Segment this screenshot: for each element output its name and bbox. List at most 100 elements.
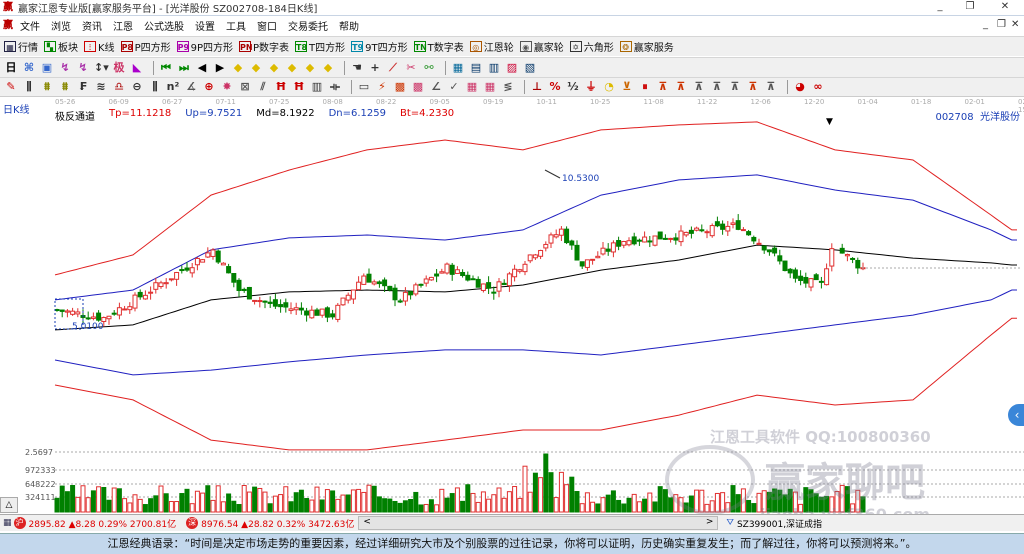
menu-item-9[interactable]: 帮助 <box>339 18 359 33</box>
tool-h-icon[interactable]: ⊻ <box>620 80 634 94</box>
draw-line-icon[interactable]: ⟋ <box>386 61 400 75</box>
toolbar-button-5[interactable]: PN P数字表 <box>239 39 289 54</box>
toolbar-button-1[interactable]: ▚ 板块 <box>44 39 78 54</box>
first-icon[interactable]: ⏮ <box>159 61 173 75</box>
tool-m-icon[interactable]: ⊼ <box>710 80 724 94</box>
toolbar-button-8[interactable]: TN T数字表 <box>413 39 464 54</box>
tool-g-icon[interactable]: ◔ <box>602 80 616 94</box>
tool-p-icon[interactable]: ⊼ <box>764 80 778 94</box>
tool-i-icon[interactable]: ⏸ <box>638 80 652 94</box>
table-b-icon[interactable]: ▦ <box>483 80 497 94</box>
gann-icon[interactable]: 极 <box>112 61 126 75</box>
ratio-icon[interactable]: ⫽ <box>256 80 270 94</box>
measure-icon[interactable]: ⟛ <box>328 80 342 94</box>
kline-a-icon[interactable]: ↯ <box>58 61 72 75</box>
diamond-6-icon[interactable]: ◆ <box>321 61 335 75</box>
infinity-icon[interactable]: ∞ <box>811 80 825 94</box>
crosshair-icon[interactable]: + <box>368 61 382 75</box>
toolbar-button-10[interactable]: ◉ 赢家轮 <box>519 39 564 54</box>
mdi-restore-button[interactable]: ❐ <box>997 19 1006 30</box>
save-icon[interactable]: ▨ <box>505 61 519 75</box>
ticker-scrollbar[interactable]: < > <box>358 516 719 530</box>
fan-icon[interactable]: ⚡ <box>375 80 389 94</box>
diamond-2-icon[interactable]: ◆ <box>249 61 263 75</box>
diamond-4-icon[interactable]: ◆ <box>285 61 299 75</box>
menu-item-7[interactable]: 窗口 <box>257 18 277 33</box>
tool-f-icon[interactable]: ⏚ <box>584 80 598 94</box>
tool-n-icon[interactable]: ⊼ <box>728 80 742 94</box>
log-icon[interactable]: ½ <box>566 80 580 94</box>
menu-item-2[interactable]: 资讯 <box>82 18 102 33</box>
toolbar-button-4[interactable]: P9 9P四方形 <box>176 39 233 54</box>
angle-b-icon[interactable]: ∠ <box>429 80 443 94</box>
tool-b-icon[interactable]: ⩩ <box>58 80 72 94</box>
sz-index-quote[interactable]: 8976.54 ▲28.82 0.32% 3472.63亿 <box>201 517 354 530</box>
scroll-left-button[interactable]: < <box>363 517 371 529</box>
panel-toggle-button[interactable]: △ <box>0 497 18 513</box>
star-icon[interactable]: ✸ <box>220 80 234 94</box>
target-icon[interactable]: ⊕ <box>202 80 216 94</box>
n2-icon[interactable]: n² <box>166 80 180 94</box>
toolbar-button-9[interactable]: ◎ 江恩轮 <box>469 39 514 54</box>
calculator-icon[interactable]: ▦ <box>3 518 12 528</box>
bar-dropdown[interactable]: ↕▾ <box>94 61 109 75</box>
menu-item-0[interactable]: 文件 <box>20 18 40 33</box>
diamond-5-icon[interactable]: ◆ <box>303 61 317 75</box>
toolbar-button-6[interactable]: T8 T四方形 <box>295 39 345 54</box>
toolbar-button-11[interactable]: ✡ 六角形 <box>569 39 614 54</box>
fan-b-icon[interactable]: ▩ <box>393 80 407 94</box>
ruler-icon[interactable]: ⊥ <box>530 80 544 94</box>
close-button[interactable]: ✕ <box>990 0 1020 14</box>
menu-item-5[interactable]: 设置 <box>195 18 215 33</box>
left-icon[interactable]: ◀ <box>195 61 209 75</box>
color-icon[interactable]: ◕ <box>793 80 807 94</box>
table-icon[interactable]: ▦ <box>465 80 479 94</box>
side-expand-button[interactable]: ‹ <box>1008 404 1024 426</box>
tool-k-icon[interactable]: ⊼ <box>674 80 688 94</box>
link-icon[interactable]: ⚯ <box>422 61 436 75</box>
tool-e-icon[interactable]: ♎ <box>112 80 126 94</box>
calendar-icon[interactable]: ▦ <box>451 61 465 75</box>
tool-o-icon[interactable]: ⊼ <box>746 80 760 94</box>
tool-a-icon[interactable]: ⩩ <box>40 80 54 94</box>
lines-icon[interactable]: ⫼ <box>22 80 36 94</box>
angle-icon[interactable]: ∡ <box>184 80 198 94</box>
kline-b-icon[interactable]: ↯ <box>76 61 90 75</box>
grid-icon[interactable]: ▥ <box>310 80 324 94</box>
toolbar-button-12[interactable]: ❂ 赢家服务 <box>619 39 674 54</box>
page-icon[interactable]: ▣ <box>40 61 54 75</box>
pencil-icon[interactable]: ✎ <box>4 80 18 94</box>
fib-b-icon[interactable]: Ħ <box>292 80 306 94</box>
toolbar-button-7[interactable]: T9 9T四方形 <box>351 39 408 54</box>
restore-button[interactable]: ❐ <box>955 0 985 14</box>
minimize-button[interactable]: _ <box>925 0 955 14</box>
right-icon[interactable]: ▶ <box>213 61 227 75</box>
box-icon[interactable]: ⊠ <box>238 80 252 94</box>
fib-a-icon[interactable]: Ħ <box>274 80 288 94</box>
network-icon[interactable]: ▧ <box>523 61 537 75</box>
tool-j-icon[interactable]: ⊼ <box>656 80 670 94</box>
menu-item-3[interactable]: 江恩 <box>113 18 133 33</box>
toolbar-button-3[interactable]: P8 P四方形 <box>120 39 171 54</box>
hash-icon[interactable]: ⫼ <box>148 80 162 94</box>
mdi-close-button[interactable]: ✕ <box>1011 19 1019 30</box>
last-icon[interactable]: ⏭ <box>177 61 191 75</box>
mdi-minimize-button[interactable]: _ <box>983 19 988 30</box>
scroll-right-button[interactable]: > <box>706 517 714 529</box>
sh-index-quote[interactable]: 2895.82 ▲8.28 0.29% 2700.81亿 <box>29 517 177 530</box>
menu-item-6[interactable]: 工具 <box>226 18 246 33</box>
tool-c-icon[interactable]: ₣ <box>76 80 90 94</box>
menu-item-4[interactable]: 公式选股 <box>144 18 184 33</box>
hand-icon[interactable]: ☚ <box>350 61 364 75</box>
rect-icon[interactable]: ▭ <box>357 80 371 94</box>
diamond-3-icon[interactable]: ◆ <box>267 61 281 75</box>
tool-l-icon[interactable]: ⊼ <box>692 80 706 94</box>
diamond-1-icon[interactable]: ◆ <box>231 61 245 75</box>
flag-icon[interactable]: ◣ <box>130 61 144 75</box>
cut-icon[interactable]: ✂ <box>404 61 418 75</box>
menu-item-1[interactable]: 浏览 <box>51 18 71 33</box>
menu-item-8[interactable]: 交易委托 <box>288 18 328 33</box>
tool-d-icon[interactable]: ≋ <box>94 80 108 94</box>
percent-icon[interactable]: % <box>548 80 562 94</box>
toolbar-button-2[interactable]: ⫶ K线 <box>84 39 115 54</box>
